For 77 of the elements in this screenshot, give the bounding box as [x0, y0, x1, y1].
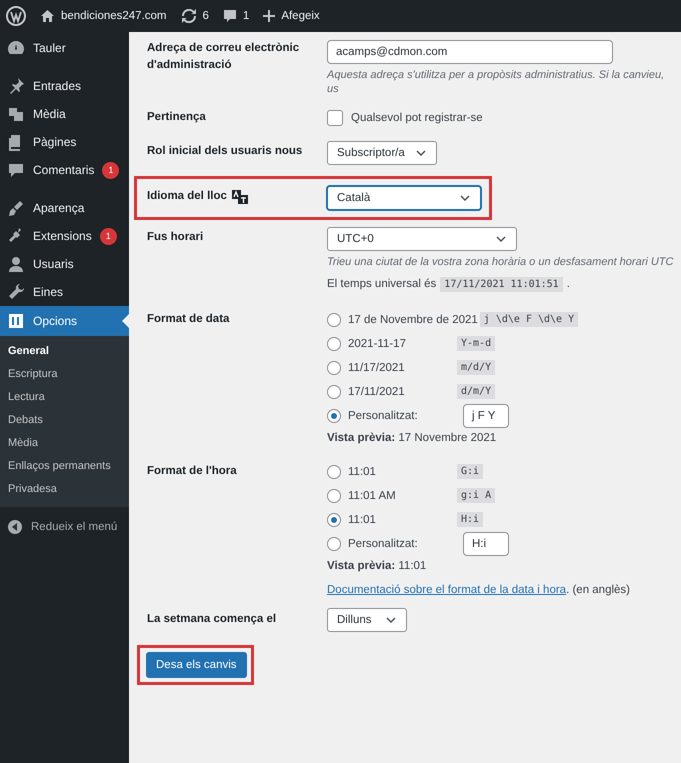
format-radio[interactable]: 11:01 AM: [327, 488, 455, 503]
format-preview: Vista prèvia: 11:01: [327, 560, 428, 572]
submenu-item[interactable]: Lectura: [0, 386, 129, 409]
home-icon: [40, 9, 55, 23]
menu-item[interactable]: Usuaris: [0, 250, 129, 278]
format-code: G:i: [457, 464, 484, 480]
dropdown[interactable]: Subscriptor/a: [327, 140, 437, 165]
menu-item[interactable]: Comentaris 1: [0, 156, 129, 184]
field-label: Rol inicial dels usuaris nous: [147, 144, 302, 160]
plus-icon: [263, 10, 276, 22]
wordpress-logo-icon[interactable]: [6, 6, 26, 26]
punctuation: .: [566, 278, 570, 290]
menu-item[interactable]: Opcions: [0, 306, 129, 336]
email-field[interactable]: acamps@cdmon.com: [327, 40, 613, 64]
format-radio[interactable]: 2021-11-17: [327, 336, 455, 351]
format-radio[interactable]: 11:01: [327, 464, 455, 479]
format-code: g:i A: [457, 488, 496, 504]
submenu-item[interactable]: General: [0, 340, 129, 363]
refresh-icon: [180, 9, 196, 23]
format-code: j \d\e F \d\e Y: [480, 312, 578, 328]
field-label: Fus horari: [147, 230, 204, 246]
membership-checkbox[interactable]: Qualsevol pot registrar-se: [327, 106, 681, 129]
field-label: Format de l'hora: [147, 464, 237, 479]
format-code: m/d/Y: [457, 360, 496, 376]
chevron-down-icon: [496, 236, 506, 242]
format-code: d/m/Y: [457, 384, 496, 400]
menu-item[interactable]: Tauler: [0, 34, 129, 62]
submenu-item[interactable]: Enllaços permanents: [0, 455, 129, 478]
field-label: Pertinença: [147, 110, 206, 126]
field-label: Adreça de correu electrònic d'administració: [147, 41, 300, 73]
format-radio[interactable]: Personalitzat:: [327, 408, 455, 423]
field-description: Aquesta adreça s'utilitza per a propòsits administratius. Si la canvieu, us: [327, 68, 666, 97]
field-label: La setmana comença el: [147, 612, 276, 627]
custom-format-field[interactable]: j F Y: [463, 404, 509, 428]
count-badge: 1: [100, 228, 117, 244]
menu-item[interactable]: Extensions 1: [0, 222, 129, 250]
field-label: Idioma del lloc: [147, 189, 227, 204]
submenu-item[interactable]: Mèdia: [0, 432, 129, 455]
submenu-item[interactable]: Debats: [0, 409, 129, 432]
site-link[interactable]: bendiciones247.com: [40, 9, 166, 23]
translate-icon: [232, 190, 248, 204]
chevron-down-icon: [460, 194, 470, 201]
menu-item[interactable]: Eines: [0, 278, 129, 306]
submenu-item[interactable]: Escriptura: [0, 363, 129, 386]
count-badge: 1: [102, 162, 120, 178]
format-radio[interactable]: 11/17/2021: [327, 360, 455, 375]
comment-icon: [222, 9, 237, 23]
menu-item[interactable]: Entrades: [0, 72, 129, 100]
collapse-menu-button[interactable]: Redueix el menú: [0, 507, 129, 535]
format-radio[interactable]: 17 de Novembre de 2021: [327, 312, 478, 327]
menu-item[interactable]: Mèdia: [0, 100, 129, 128]
menu-item[interactable]: Pàgines: [0, 128, 129, 156]
comments-link[interactable]: 1: [222, 9, 250, 23]
format-radio[interactable]: Personalitzat:: [327, 536, 455, 551]
updates-link[interactable]: 6: [180, 9, 209, 23]
field-description: Trieu una ciutat de la vostra zona horària o un desfasament horari UTC: [327, 254, 674, 269]
menu-item[interactable]: Aparença: [0, 194, 129, 222]
format-radio[interactable]: 11:01: [327, 512, 455, 527]
format-preview: Vista prèvia: 17 Novembre 2021: [327, 432, 498, 444]
format-radio[interactable]: 17/11/2021: [327, 384, 455, 399]
new-link[interactable]: Afegeix: [263, 10, 320, 22]
chevron-down-icon: [386, 616, 396, 623]
format-code: H:i: [457, 512, 484, 528]
save-button[interactable]: Desa els canvis: [146, 652, 247, 678]
custom-format-field[interactable]: H:i: [463, 532, 509, 556]
documentation-link[interactable]: Documentació sobre el format de la data i hora: [327, 584, 566, 596]
dropdown[interactable]: Dilluns: [327, 608, 407, 632]
utc-time: 17/11/2021 11:01:51: [440, 276, 563, 292]
collapse-icon: [7, 519, 23, 535]
dropdown[interactable]: UTC+0: [327, 226, 517, 251]
format-code: Y-m-d: [457, 336, 496, 352]
submenu-item[interactable]: Privadesa: [0, 478, 129, 501]
chevron-down-icon: [416, 150, 426, 156]
utc-label: El temps universal és: [327, 278, 436, 290]
field-label: Format de data: [147, 312, 230, 327]
dropdown[interactable]: Català: [327, 186, 481, 210]
link-note: . (en anglès): [566, 584, 630, 596]
